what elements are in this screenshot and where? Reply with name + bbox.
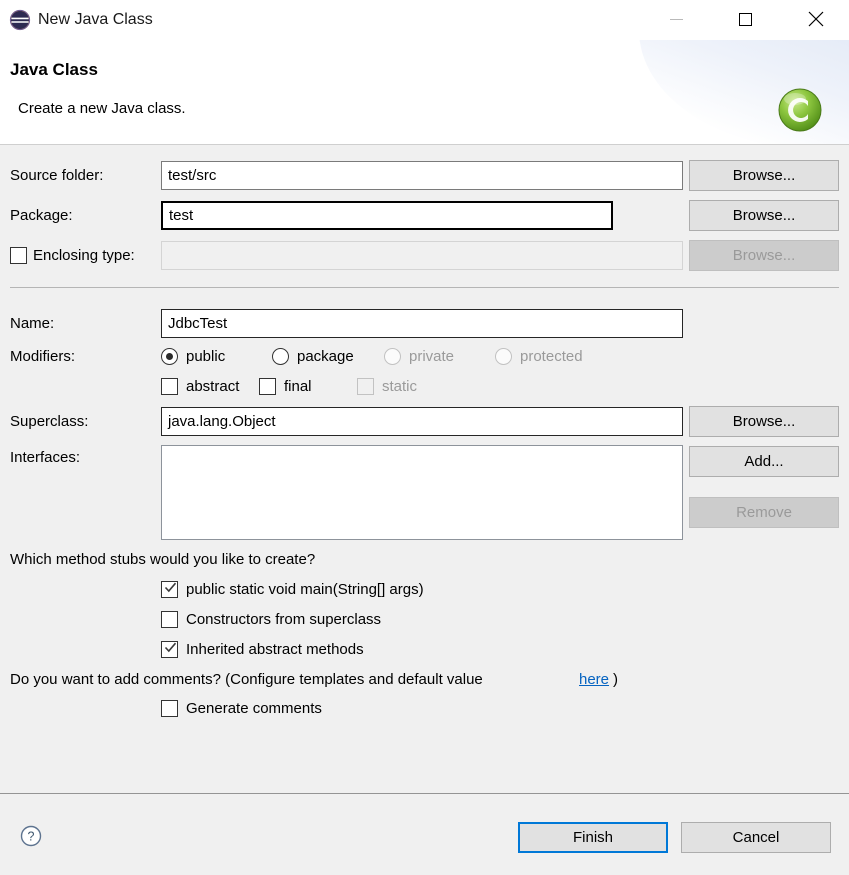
check-icon	[164, 581, 177, 594]
generate-comments-label: Generate comments	[186, 700, 322, 717]
modifier-label-static: static	[382, 378, 417, 395]
header-separator	[0, 144, 849, 145]
eclipse-icon	[9, 9, 31, 31]
page-description: Create a new Java class.	[18, 100, 186, 117]
modifier-label-public: public	[186, 348, 225, 365]
section-separator	[10, 287, 839, 288]
superclass-input[interactable]: java.lang.Object	[161, 407, 683, 436]
modifier-radio-private	[384, 348, 401, 365]
maximize-button[interactable]	[722, 0, 768, 38]
interfaces-label: Interfaces:	[10, 449, 80, 466]
wizard-banner: Java Class Create a new Java class.	[0, 40, 849, 144]
new-java-class-dialog: New Java Class Java Class Create a new J…	[0, 0, 849, 875]
enclosing-type-checkbox[interactable]	[10, 247, 27, 264]
modifier-radio-package[interactable]	[272, 348, 289, 365]
check-icon	[164, 641, 177, 654]
name-label: Name:	[10, 315, 54, 332]
package-label: Package:	[10, 207, 73, 224]
finish-button[interactable]: Finish	[518, 822, 668, 853]
modifier-label-final: final	[284, 378, 312, 395]
help-icon[interactable]: ?	[20, 825, 42, 847]
stub-label-main: public static void main(String[] args)	[186, 581, 424, 598]
modifier-label-private: private	[409, 348, 454, 365]
modifier-checkbox-final[interactable]	[259, 378, 276, 395]
enclosing-type-browse-button: Browse...	[689, 240, 839, 271]
stub-label-inherited: Inherited abstract methods	[186, 641, 364, 658]
maximize-icon	[739, 13, 752, 26]
java-class-wizard-icon	[777, 87, 823, 133]
package-input[interactable]: test	[161, 201, 613, 230]
radio-dot	[166, 353, 173, 360]
generate-comments-checkbox[interactable]	[161, 700, 178, 717]
svg-text:?: ?	[28, 830, 35, 844]
modifier-radio-protected	[495, 348, 512, 365]
cancel-button[interactable]: Cancel	[681, 822, 831, 853]
stub-checkbox-main[interactable]	[161, 581, 178, 598]
stub-label-constructors: Constructors from superclass	[186, 611, 381, 628]
superclass-browse-button[interactable]: Browse...	[689, 406, 839, 437]
interfaces-remove-button: Remove	[689, 497, 839, 528]
enclosing-type-input	[161, 241, 683, 270]
comments-question-suffix: )	[613, 671, 618, 688]
enclosing-type-label: Enclosing type:	[33, 247, 135, 264]
source-folder-input[interactable]: test/src	[161, 161, 683, 190]
modifiers-label: Modifiers:	[10, 348, 75, 365]
stub-checkbox-constructors[interactable]	[161, 611, 178, 628]
superclass-label: Superclass:	[10, 413, 88, 430]
modifier-label-protected: protected	[520, 348, 583, 365]
interfaces-add-button[interactable]: Add...	[689, 446, 839, 477]
modifier-checkbox-static	[357, 378, 374, 395]
close-button[interactable]	[793, 0, 839, 38]
close-icon	[808, 11, 824, 27]
comments-question-prefix: Do you want to add comments? (Configure …	[10, 671, 483, 688]
source-folder-browse-button[interactable]: Browse...	[689, 160, 839, 191]
minimize-icon	[670, 19, 683, 20]
page-title: Java Class	[10, 60, 98, 80]
name-input[interactable]: JdbcTest	[161, 309, 683, 338]
modifier-label-package: package	[297, 348, 354, 365]
package-browse-button[interactable]: Browse...	[689, 200, 839, 231]
title-bar: New Java Class	[0, 0, 849, 40]
footer-separator	[0, 793, 849, 794]
modifier-label-abstract: abstract	[186, 378, 239, 395]
minimize-button[interactable]	[653, 0, 699, 38]
modifier-radio-public[interactable]	[161, 348, 178, 365]
modifier-checkbox-abstract[interactable]	[161, 378, 178, 395]
source-folder-label: Source folder:	[10, 167, 103, 184]
method-stubs-question: Which method stubs would you like to cre…	[10, 551, 315, 568]
configure-templates-link[interactable]: here	[579, 671, 609, 688]
window-title: New Java Class	[38, 9, 153, 31]
interfaces-listbox[interactable]	[161, 445, 683, 540]
stub-checkbox-inherited[interactable]	[161, 641, 178, 658]
